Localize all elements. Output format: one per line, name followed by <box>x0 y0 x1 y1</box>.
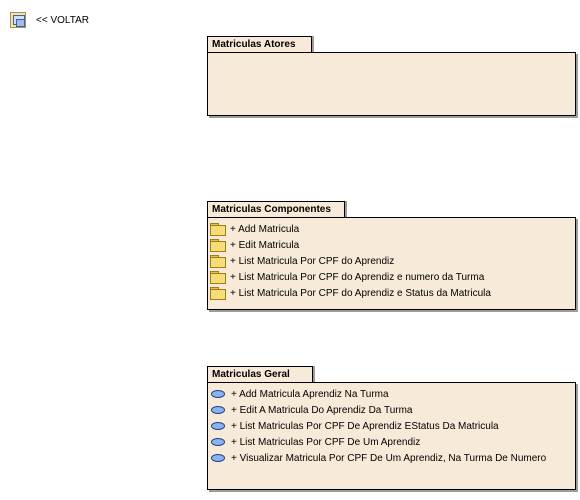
item-label: + Visualizar Matricula Por CPF De Um Apr… <box>231 452 547 464</box>
package-tab: Matriculas Atores <box>207 36 312 53</box>
list-item[interactable]: + List Matricula Por CPF do Aprendiz e n… <box>208 269 575 285</box>
item-label: + List Matricula Por CPF do Aprendiz e S… <box>230 287 491 299</box>
package-body <box>207 52 576 116</box>
item-label: + Add Matricula Aprendiz Na Turma <box>231 388 389 400</box>
use-case-icon <box>211 438 225 446</box>
package-tab: Matriculas Geral <box>207 366 313 383</box>
folder-icon <box>210 255 226 268</box>
item-label: + List Matriculas Por CPF De Um Aprendiz <box>231 436 421 448</box>
package-title: Matriculas Geral <box>212 369 290 380</box>
item-label: + List Matricula Por CPF do Aprendiz <box>230 255 395 267</box>
list-item[interactable]: + List Matricula Por CPF do Aprendiz <box>208 253 575 269</box>
list-item[interactable]: + List Matriculas Por CPF De Um Aprendiz <box>208 434 575 450</box>
package-body: + Add Matricula + Edit Matricula + List … <box>207 217 576 310</box>
folder-icon <box>210 223 226 236</box>
list-item[interactable]: + List Matriculas Por CPF De Aprendiz ES… <box>208 418 575 434</box>
list-item[interactable]: + Edit A Matricula Do Aprendiz Da Turma <box>208 402 575 418</box>
back-label: << VOLTAR <box>36 14 89 26</box>
use-case-icon <box>211 454 225 462</box>
package-tab: Matriculas Componentes <box>207 201 345 218</box>
list-item[interactable]: + Add Matricula <box>208 221 575 237</box>
diagram-link-icon <box>10 12 26 28</box>
package-body: + Add Matricula Aprendiz Na Turma + Edit… <box>207 382 576 490</box>
item-label: + List Matriculas Por CPF De Aprendiz ES… <box>231 420 499 432</box>
item-label: + Edit A Matricula Do Aprendiz Da Turma <box>231 404 413 416</box>
list-item[interactable]: + Edit Matricula <box>208 237 575 253</box>
use-case-icon <box>211 390 225 398</box>
back-link[interactable]: << VOLTAR <box>10 11 89 29</box>
list-item[interactable]: + List Matricula Por CPF do Aprendiz e S… <box>208 285 575 301</box>
list-item[interactable]: + Visualizar Matricula Por CPF De Um Apr… <box>208 450 575 466</box>
use-case-icon <box>211 422 225 430</box>
package-title: Matriculas Componentes <box>212 204 331 215</box>
folder-icon <box>210 287 226 300</box>
item-label: + Edit Matricula <box>230 239 300 251</box>
use-case-icon <box>211 406 225 414</box>
item-label: + List Matricula Por CPF do Aprendiz e n… <box>230 271 485 283</box>
folder-icon <box>210 271 226 284</box>
folder-icon <box>210 239 226 252</box>
list-item[interactable]: + Add Matricula Aprendiz Na Turma <box>208 386 575 402</box>
item-label: + Add Matricula <box>230 223 300 235</box>
package-title: Matriculas Atores <box>212 39 296 50</box>
